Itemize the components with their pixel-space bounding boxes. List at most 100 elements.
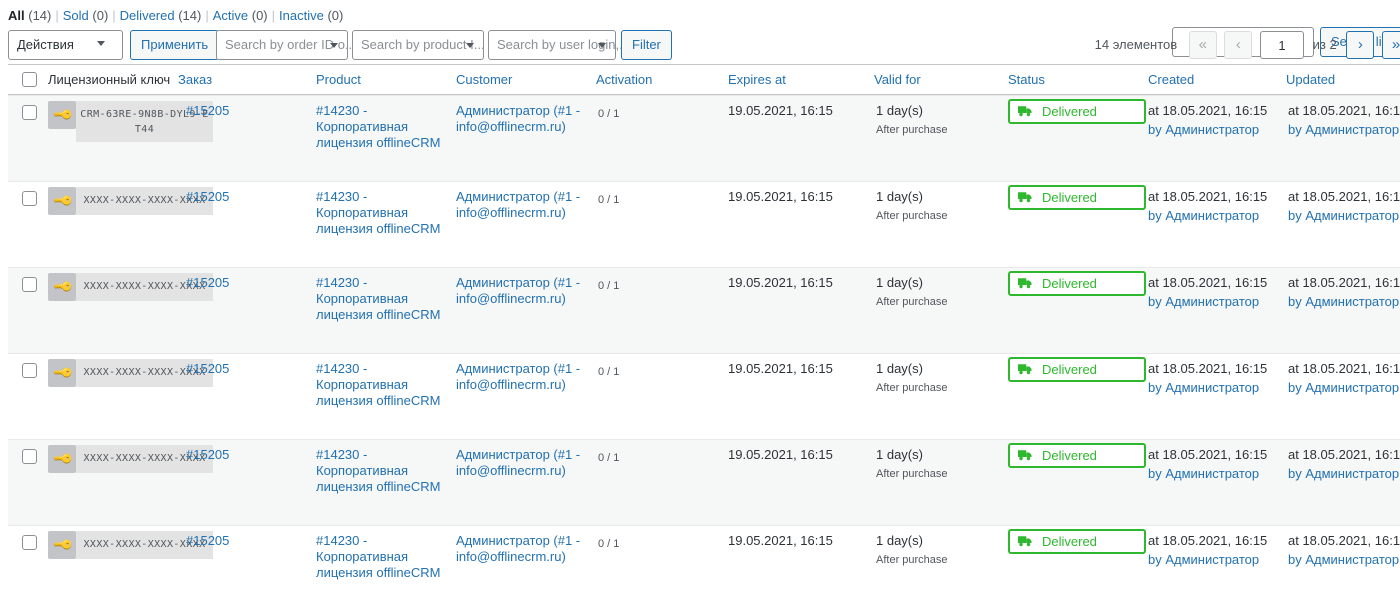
- updated-by[interactable]: by Администратор: [1288, 466, 1400, 482]
- order-link[interactable]: #15205: [186, 361, 229, 376]
- order-link[interactable]: #15205: [186, 103, 229, 118]
- created-by[interactable]: by Администратор: [1148, 122, 1267, 138]
- table-row[interactable]: 🔑 XXXX-XXXX-XXXX-XXXX #15205 #14230 - Корпо…: [8, 439, 1400, 525]
- column-header-valid-for[interactable]: Valid for: [874, 65, 921, 94]
- column-header-customer[interactable]: Customer: [456, 65, 512, 94]
- updated-by[interactable]: by Администратор: [1288, 294, 1400, 310]
- valid-for-cell: 1 day(s) After purchase: [876, 361, 948, 396]
- updated-by[interactable]: by Администратор: [1288, 552, 1400, 568]
- customer-link[interactable]: Администратор (#1 - info@offlinecrm.ru): [456, 533, 586, 565]
- customer-link[interactable]: Администратор (#1 - info@offlinecrm.ru): [456, 447, 586, 479]
- created-cell: at 18.05.2021, 16:15 by Администратор: [1148, 189, 1267, 224]
- created-at: at 18.05.2021, 16:15: [1148, 189, 1268, 204]
- first-page-button[interactable]: «: [1188, 31, 1217, 59]
- status-link-active[interactable]: Active: [213, 8, 248, 23]
- valid-for-value: 1 day(s): [876, 275, 923, 290]
- column-header-product[interactable]: Product: [316, 65, 361, 94]
- product-link[interactable]: #14230 - Корпоративная лицензия offlineC…: [316, 189, 446, 237]
- column-header-updated[interactable]: Updated: [1286, 65, 1335, 94]
- expires-at-value: 19.05.2021, 16:15: [728, 447, 833, 462]
- created-by[interactable]: by Администратор: [1148, 294, 1267, 310]
- key-glyph-icon: 🔑: [52, 275, 75, 298]
- table-row[interactable]: 🔑 XXXX-XXXX-XXXX-XXXX #15205 #14230 - Корпо…: [8, 353, 1400, 439]
- expires-at-value: 19.05.2021, 16:15: [728, 275, 833, 290]
- order-link[interactable]: #15205: [186, 533, 229, 548]
- row-checkbox[interactable]: [22, 191, 37, 206]
- status-link-delivered[interactable]: Delivered: [120, 8, 175, 23]
- valid-for-cell: 1 day(s) After purchase: [876, 447, 948, 482]
- expires-at-value: 19.05.2021, 16:15: [728, 533, 833, 548]
- column-header-expires-at[interactable]: Expires at: [728, 65, 786, 94]
- order-link[interactable]: #15205: [186, 447, 229, 462]
- apply-button[interactable]: Применить: [130, 30, 220, 60]
- updated-by[interactable]: by Администратор: [1288, 208, 1400, 224]
- license-keys-page: All (14) | Sold (0) | Delivered (14) | Active …: [0, 0, 1400, 591]
- table-row[interactable]: 🔑 XXXX-XXXX-XXXX-XXXX #15205 #14230 - Корпо…: [8, 181, 1400, 267]
- customer-link[interactable]: Администратор (#1 - info@offlinecrm.ru): [456, 275, 586, 307]
- status-link-count: (0): [248, 8, 268, 23]
- column-header-status[interactable]: Status: [1008, 65, 1045, 94]
- column-header-created[interactable]: Created: [1148, 65, 1194, 94]
- status-link-inactive[interactable]: Inactive: [279, 8, 324, 23]
- customer-link[interactable]: Администратор (#1 - info@offlinecrm.ru): [456, 361, 586, 393]
- status-link-sold[interactable]: Sold: [63, 8, 89, 23]
- filter-button[interactable]: Filter: [621, 30, 672, 60]
- created-by[interactable]: by Администратор: [1148, 208, 1267, 224]
- column-header-activation[interactable]: Activation: [596, 65, 652, 94]
- created-by[interactable]: by Администратор: [1148, 380, 1267, 396]
- activation-count: 0 / 1: [598, 366, 620, 378]
- key-icon[interactable]: 🔑: [48, 101, 76, 129]
- row-checkbox[interactable]: [22, 535, 37, 550]
- status-link-separator: |: [271, 8, 276, 23]
- valid-for-note: After purchase: [876, 554, 948, 566]
- valid-for-value: 1 day(s): [876, 189, 923, 204]
- product-link[interactable]: #14230 - Корпоративная лицензия offlineC…: [316, 447, 446, 495]
- created-by[interactable]: by Администратор: [1148, 552, 1267, 568]
- filter-user-select[interactable]: Search by user login,...: [488, 30, 630, 60]
- row-checkbox[interactable]: [22, 105, 37, 120]
- order-link[interactable]: #15205: [186, 189, 229, 204]
- row-checkbox[interactable]: [22, 363, 37, 378]
- current-page-input[interactable]: [1260, 31, 1305, 59]
- updated-cell: at 18.05.2021, 16:15 by Администратор: [1288, 103, 1400, 138]
- chevron-down-icon: [598, 43, 606, 48]
- key-icon[interactable]: 🔑: [48, 273, 76, 301]
- updated-by[interactable]: by Администратор: [1288, 122, 1400, 138]
- key-icon[interactable]: 🔑: [48, 531, 76, 559]
- table-row[interactable]: 🔑 XXXX-XXXX-XXXX-XXXX #15205 #14230 - Корпо…: [8, 267, 1400, 353]
- status-link-all[interactable]: All: [8, 8, 25, 23]
- prev-page-button[interactable]: ‹: [1224, 31, 1253, 59]
- select-all-checkbox[interactable]: [22, 72, 37, 87]
- product-link[interactable]: #14230 - Корпоративная лицензия offlineC…: [316, 275, 446, 323]
- product-link[interactable]: #14230 - Корпоративная лицензия offlineC…: [316, 103, 446, 151]
- bulk-actions-select[interactable]: Действия: [8, 30, 123, 60]
- row-checkbox[interactable]: [22, 449, 37, 464]
- updated-at: at 18.05.2021, 16:15: [1288, 533, 1400, 548]
- next-page-button[interactable]: ›: [1346, 31, 1375, 59]
- order-link[interactable]: #15205: [186, 275, 229, 290]
- status-label: Delivered: [1042, 104, 1097, 119]
- created-by[interactable]: by Администратор: [1148, 466, 1267, 482]
- table-row[interactable]: 🔑 XXXX-XXXX-XXXX-XXXX #15205 #14230 - Корпо…: [8, 525, 1400, 611]
- product-link[interactable]: #14230 - Корпоративная лицензия offlineC…: [316, 533, 446, 581]
- key-icon[interactable]: 🔑: [48, 187, 76, 215]
- product-link[interactable]: #14230 - Корпоративная лицензия offlineC…: [316, 361, 446, 409]
- customer-link[interactable]: Администратор (#1 - info@offlinecrm.ru): [456, 189, 586, 221]
- key-icon[interactable]: 🔑: [48, 359, 76, 387]
- status-link-count: (0): [323, 8, 344, 23]
- column-header-order[interactable]: Заказ: [178, 65, 212, 94]
- valid-for-note: After purchase: [876, 296, 948, 308]
- filter-product-select[interactable]: Search by product I...: [352, 30, 485, 60]
- updated-by[interactable]: by Администратор: [1288, 380, 1400, 396]
- updated-cell: at 18.05.2021, 16:15 by Администратор: [1288, 189, 1400, 224]
- filter-order-select[interactable]: Search by order ID o...: [216, 30, 356, 60]
- last-page-button[interactable]: »: [1382, 31, 1400, 59]
- key-icon[interactable]: 🔑: [48, 445, 76, 473]
- row-checkbox[interactable]: [22, 277, 37, 292]
- customer-link[interactable]: Администратор (#1 - info@offlinecrm.ru): [456, 103, 586, 135]
- status-link-count: (0): [88, 8, 109, 23]
- status-label: Delivered: [1042, 534, 1097, 549]
- table-row[interactable]: 🔑 CRM-63RE-9N8B-DYL9-ET44 #15205 #14230 - К…: [8, 95, 1400, 181]
- activation-count: 0 / 1: [598, 280, 620, 292]
- status-badge: Delivered: [1008, 443, 1146, 468]
